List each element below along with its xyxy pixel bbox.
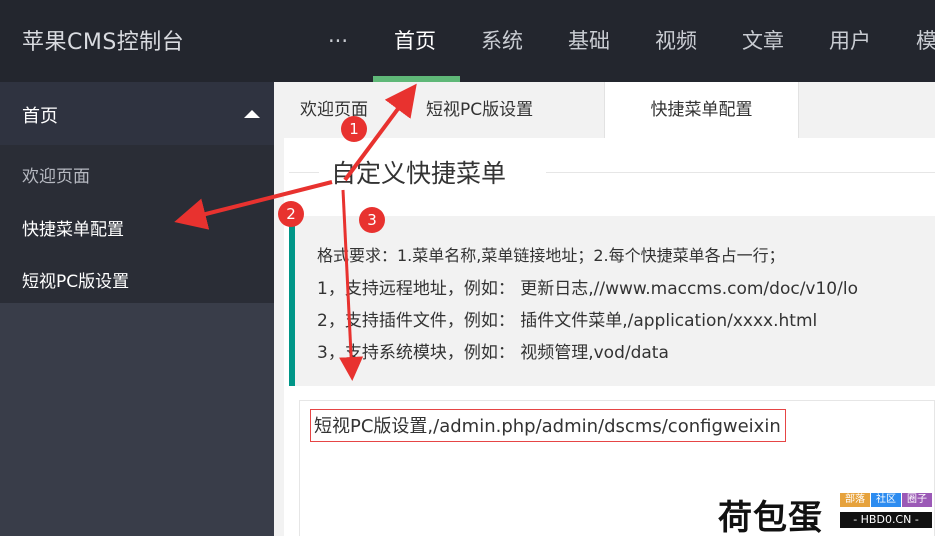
- site-watermark: 荷包蛋 部落 社区 圈子 - HBD0.CN -: [718, 490, 933, 536]
- tab-quick-menu[interactable]: 快捷菜单配置: [604, 82, 799, 138]
- watermark-url: - HBD0.CN -: [840, 512, 932, 528]
- nav-item-home[interactable]: 首页: [394, 0, 436, 82]
- step-badge: 1: [341, 116, 367, 142]
- sidebar-item-quick-menu[interactable]: 快捷菜单配置: [22, 215, 124, 240]
- sidebar: 首页 欢迎页面 快捷菜单配置 短视PC版设置: [0, 82, 274, 536]
- format-tips: 格式要求：1.菜单名称,菜单链接地址；2.每个快捷菜单各占一行； 1，支持远程地…: [289, 216, 935, 386]
- nav-item-basic[interactable]: 基础: [568, 0, 610, 82]
- sidebar-group-label: 首页: [22, 106, 58, 127]
- sidebar-item-short-video-pc[interactable]: 短视PC版设置: [22, 267, 129, 292]
- app-title: 苹果CMS控制台: [22, 30, 185, 55]
- tab-short-video-pc[interactable]: 短视PC版设置: [426, 82, 533, 138]
- divider: [546, 172, 935, 173]
- watermark-tag: 部落: [840, 493, 870, 507]
- nav-item-article[interactable]: 文章: [742, 0, 784, 82]
- nav-item-template[interactable]: 模: [916, 0, 935, 82]
- watermark-tag: 社区: [871, 493, 901, 507]
- tip-line: 格式要求：1.菜单名称,菜单链接地址；2.每个快捷菜单各占一行；: [317, 246, 785, 265]
- tip-line: 2，支持插件文件，例如： 插件文件菜单,/application/xxxx.ht…: [317, 311, 818, 331]
- content-area: 欢迎页面 短视PC版设置 快捷菜单配置 自定义快捷菜单 格式要求：1.菜单名称,…: [274, 82, 935, 536]
- caret-up-icon: [244, 110, 260, 118]
- nav-item-user[interactable]: 用户: [829, 0, 871, 82]
- nav-item-system[interactable]: 系统: [481, 0, 523, 82]
- top-bar: 苹果CMS控制台 ··· 首页 系统 基础 视频 文章 用户 模: [0, 0, 935, 82]
- sidebar-group-home[interactable]: 首页: [0, 82, 274, 145]
- watermark-name: 荷包蛋: [718, 498, 823, 536]
- quick-menu-panel: 自定义快捷菜单 格式要求：1.菜单名称,菜单链接地址；2.每个快捷菜单各占一行；…: [284, 138, 935, 536]
- more-menu-button[interactable]: ···: [328, 0, 348, 82]
- nav-item-video[interactable]: 视频: [655, 0, 697, 82]
- tip-line: 1，支持远程地址，例如： 更新日志,//www.maccms.com/doc/v…: [317, 279, 858, 299]
- textarea-value: 短视PC版设置,/admin.php/admin/dscms/configwei…: [310, 409, 786, 442]
- section-legend: 自定义快捷菜单: [331, 159, 507, 188]
- step-badge: 2: [278, 201, 304, 227]
- step-badge: 3: [359, 207, 385, 233]
- watermark-tag: 圈子: [902, 493, 932, 507]
- sidebar-submenu: 欢迎页面 快捷菜单配置 短视PC版设置: [0, 145, 274, 303]
- sidebar-item-welcome[interactable]: 欢迎页面: [22, 162, 90, 187]
- tab-bar: 欢迎页面 短视PC版设置 快捷菜单配置: [274, 82, 935, 138]
- tip-line: 3，支持系统模块，例如： 视频管理,vod/data: [317, 343, 669, 363]
- divider: [289, 172, 319, 173]
